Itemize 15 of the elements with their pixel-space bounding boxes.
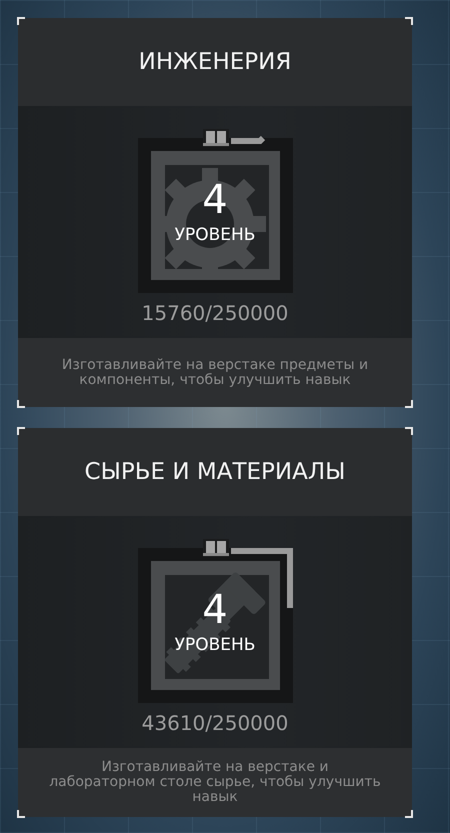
- skill-description: Изготавливайте на верстаке предметы и компоненты, чтобы улучшить навык: [60, 358, 370, 388]
- skill-title: ИНЖЕНЕРИЯ: [138, 49, 292, 75]
- level-number: 4: [202, 178, 228, 220]
- level-number: 4: [202, 588, 228, 630]
- skill-description: Изготавливайте на верстаке и лабораторном столе сырье, чтобы улучшить навык: [48, 760, 382, 805]
- level-label: УРОВЕНЬ: [174, 634, 256, 656]
- gear-icon: [164, 168, 266, 269]
- progress-text: 15760/250000: [142, 301, 288, 325]
- book-icon: [202, 539, 228, 557]
- progress-arc: [230, 548, 292, 608]
- book-icon: [202, 129, 228, 147]
- level-label: УРОВЕНЬ: [174, 224, 256, 246]
- progress-arc: [230, 136, 265, 144]
- progress-text: 43610/250000: [142, 711, 288, 735]
- skill-title: СЫРЬЕ И МАТЕРИАЛЫ: [84, 459, 346, 485]
